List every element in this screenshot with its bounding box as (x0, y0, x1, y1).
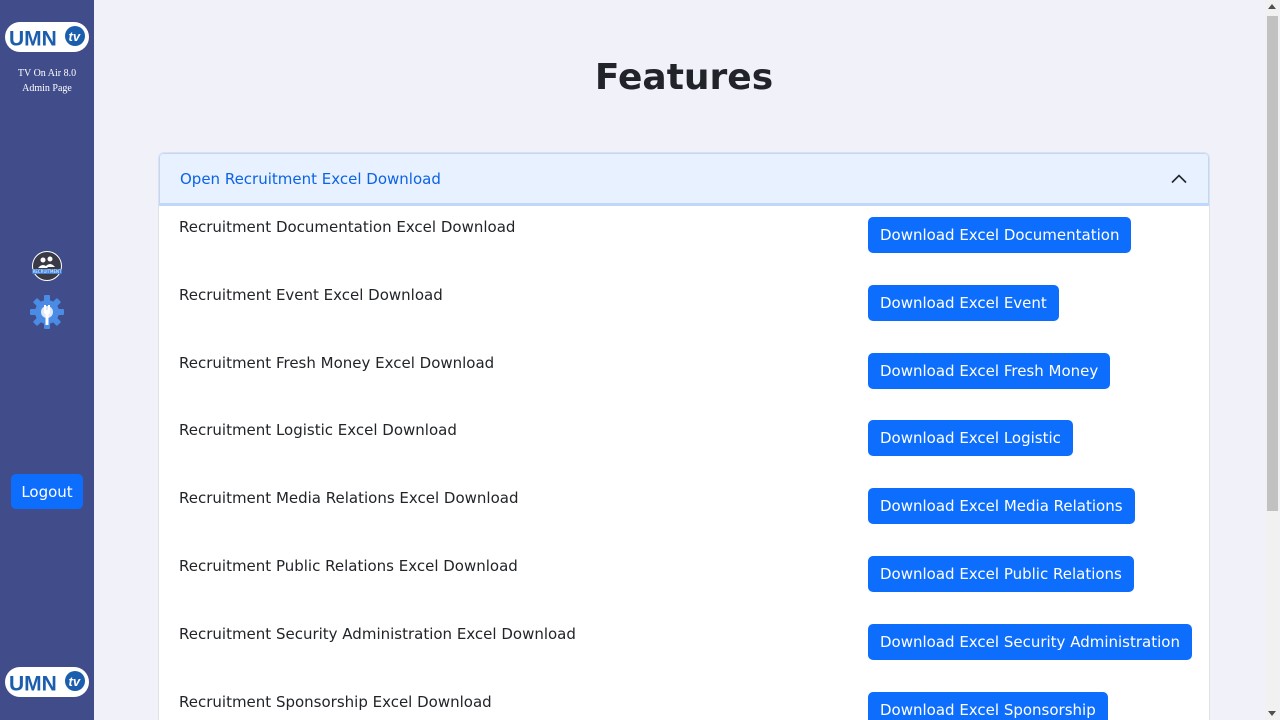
list-item: Recruitment Logistic Excel Download Down… (159, 408, 1209, 476)
download-excel-event-button[interactable]: Download Excel Event (868, 285, 1059, 321)
accordion-header-label: Open Recruitment Excel Download (180, 169, 441, 188)
umn-tv-logo-footer: UMN tv (5, 667, 89, 697)
download-excel-documentation-button[interactable]: Download Excel Documentation (868, 217, 1132, 253)
scroll-up-arrow-icon[interactable] (1268, 4, 1276, 9)
row-label-logistic: Recruitment Logistic Excel Download (179, 421, 457, 439)
recruitment-accordion: Open Recruitment Excel Download Recruitm… (158, 152, 1210, 720)
download-excel-security-administration-button[interactable]: Download Excel Security Administration (868, 624, 1192, 660)
row-label-media-relations: Recruitment Media Relations Excel Downlo… (179, 489, 519, 507)
admin-page-label: Admin Page (22, 82, 72, 94)
svg-text:tv: tv (69, 674, 81, 689)
svg-text:tv: tv (69, 29, 81, 44)
logout-button[interactable]: Logout (11, 474, 83, 509)
list-item: Recruitment Media Relations Excel Downlo… (159, 476, 1209, 544)
list-item: Recruitment Event Excel Download Downloa… (159, 273, 1209, 341)
sidebar: UMN tv TV On Air 8.0 Admin Page RECRUITM… (0, 0, 94, 720)
app-subtitle: TV On Air 8.0 Admin Page (0, 67, 94, 96)
download-excel-sponsorship-button[interactable]: Download Excel Sponsorship (868, 692, 1108, 720)
row-label-documentation: Recruitment Documentation Excel Download (179, 218, 516, 236)
scroll-down-arrow-icon[interactable] (1268, 711, 1276, 716)
download-excel-fresh-money-button[interactable]: Download Excel Fresh Money (868, 353, 1111, 389)
row-label-fresh-money: Recruitment Fresh Money Excel Download (179, 354, 495, 372)
list-item: Recruitment Sponsorship Excel Download D… (159, 680, 1209, 720)
accordion-header-recruitment[interactable]: Open Recruitment Excel Download (159, 153, 1209, 206)
scrollbar-thumb[interactable] (1267, 16, 1278, 511)
chevron-up-icon[interactable] (1170, 170, 1188, 188)
app-version: TV On Air 8.0 (17, 68, 77, 79)
download-excel-media-relations-button[interactable]: Download Excel Media Relations (868, 488, 1135, 524)
svg-text:UMN: UMN (9, 673, 57, 696)
svg-text:UMN: UMN (9, 28, 57, 51)
svg-text:RECRUITMENT: RECRUITMENT (33, 269, 62, 274)
umn-tv-logo[interactable]: UMN tv (4, 21, 90, 53)
gear-wrench-icon[interactable] (28, 293, 66, 331)
page-title: Features (594, 57, 774, 98)
row-label-event: Recruitment Event Excel Download (179, 286, 443, 304)
vertical-scrollbar[interactable] (1265, 0, 1280, 720)
list-item: Recruitment Security Administration Exce… (159, 612, 1209, 680)
list-item: Recruitment Documentation Excel Download… (159, 205, 1209, 273)
row-label-sponsorship: Recruitment Sponsorship Excel Download (179, 693, 492, 711)
list-item: Recruitment Fresh Money Excel Download D… (159, 341, 1209, 409)
download-excel-logistic-button[interactable]: Download Excel Logistic (868, 420, 1073, 456)
row-label-security-administration: Recruitment Security Administration Exce… (179, 625, 576, 643)
recruitment-icon[interactable]: RECRUITMENT (29, 251, 65, 281)
row-label-public-relations: Recruitment Public Relations Excel Downl… (179, 557, 518, 575)
list-item: Recruitment Public Relations Excel Downl… (159, 544, 1209, 612)
download-excel-public-relations-button[interactable]: Download Excel Public Relations (868, 556, 1134, 592)
